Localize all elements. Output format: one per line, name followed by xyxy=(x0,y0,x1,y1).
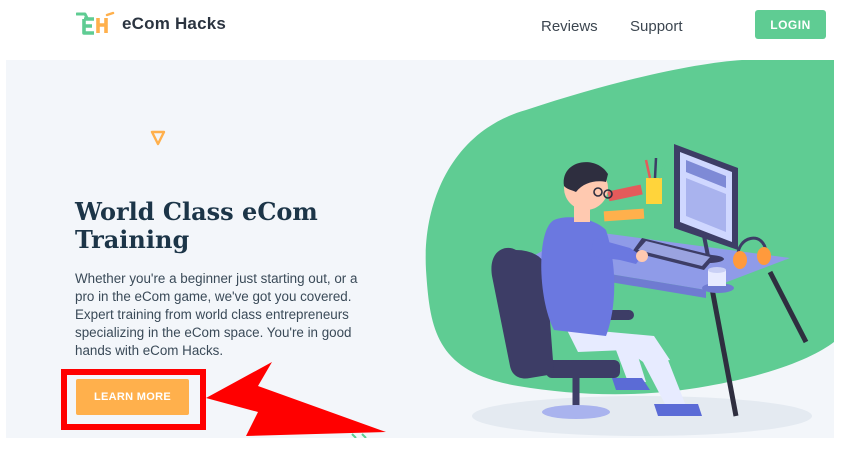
hero-title-line-1: World Class eCom xyxy=(75,197,318,226)
brand-logo[interactable]: eCom Hacks xyxy=(76,10,226,38)
brand-name: eCom Hacks xyxy=(122,14,227,33)
hero-title-line-2: Training xyxy=(75,225,190,254)
hero-title: World Class eCom Training xyxy=(75,198,375,254)
site-header: eCom Hacks Reviews Support LOGIN xyxy=(0,0,856,58)
hero-description: Whether you're a beginner just starting … xyxy=(75,271,358,358)
nav-reviews-link[interactable]: Reviews xyxy=(541,18,598,35)
login-button[interactable]: LOGIN xyxy=(755,10,826,39)
learn-more-button[interactable]: LEARN MORE xyxy=(76,379,189,415)
nav-support-link[interactable]: Support xyxy=(630,18,683,35)
triangle-decor-icon xyxy=(150,130,166,146)
cart-logo-icon xyxy=(76,11,115,35)
